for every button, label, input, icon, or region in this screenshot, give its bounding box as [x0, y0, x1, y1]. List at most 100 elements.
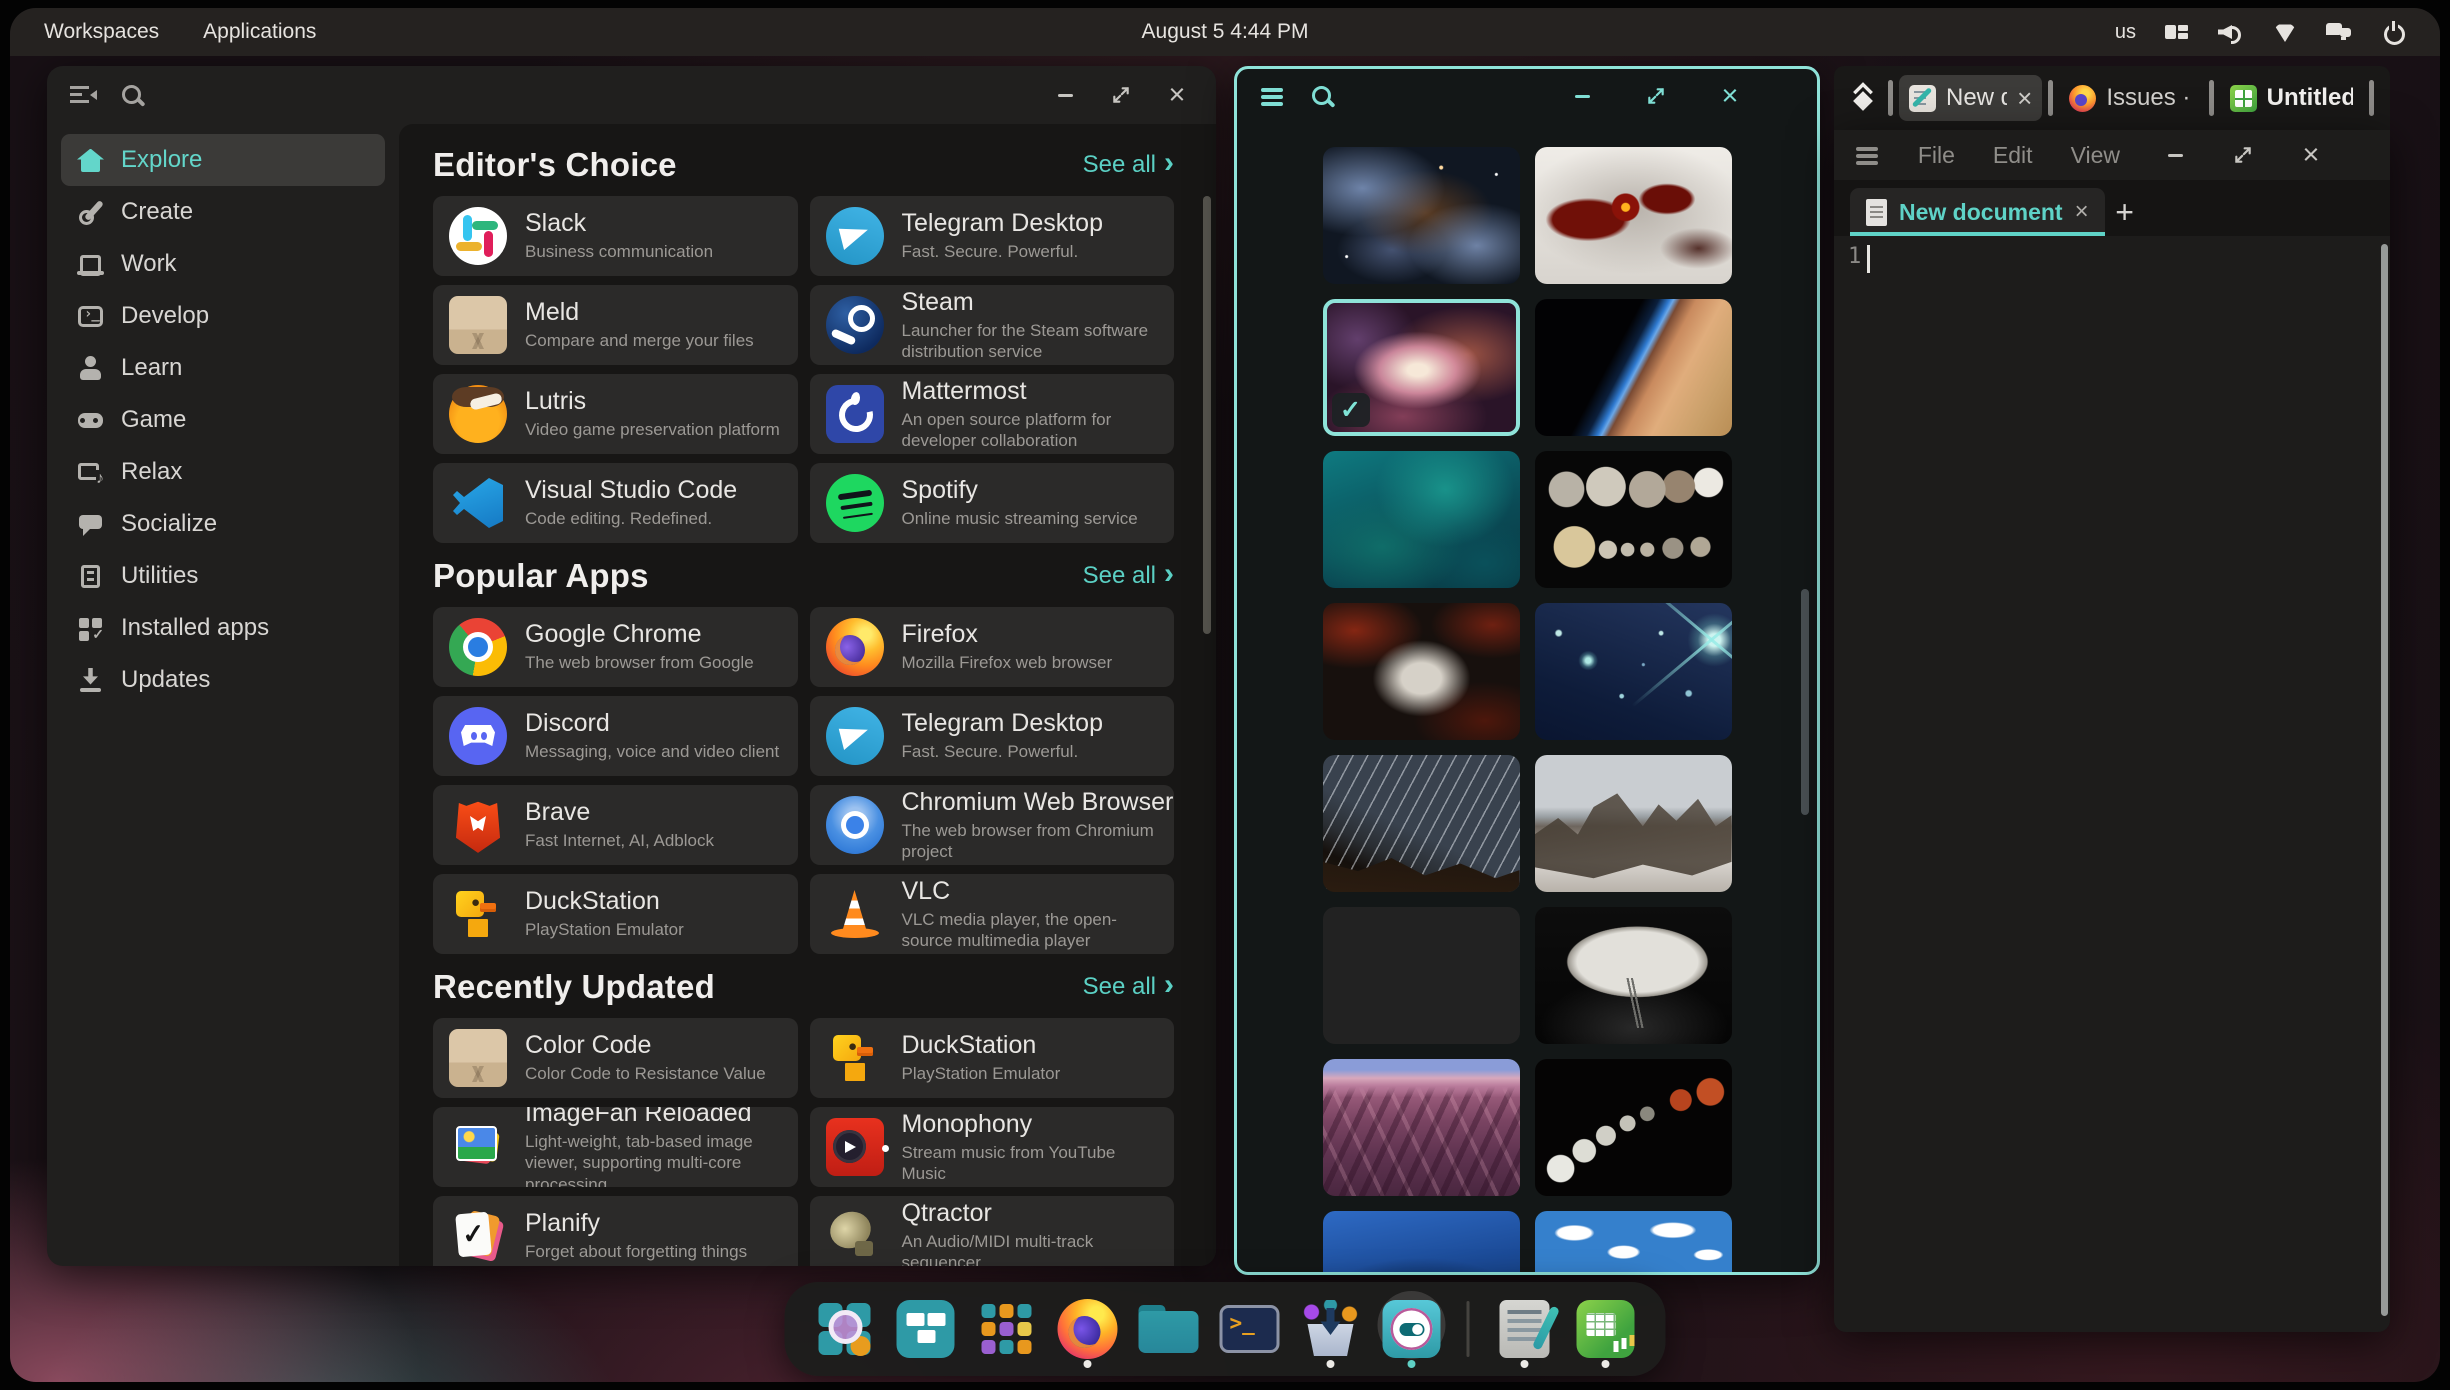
app-card[interactable]: ImageFan Reloaded Light-weight, tab-base…: [433, 1107, 798, 1187]
sidebar-item-work[interactable]: Work: [61, 238, 385, 290]
editor-menu-item[interactable]: View: [2071, 142, 2120, 169]
dock-item-workspace-switcher[interactable]: [892, 1289, 960, 1369]
app-card[interactable]: Monophony Stream music from YouTube Musi…: [810, 1107, 1175, 1187]
dock-item-terminal[interactable]: [1216, 1289, 1284, 1369]
app-card[interactable]: Google Chrome The web browser from Googl…: [433, 607, 798, 687]
app-card[interactable]: Mattermost An open source platform for d…: [810, 374, 1175, 454]
app-card[interactable]: DuckStation PlayStation Emulator: [810, 1018, 1175, 1098]
wallpaper-glass-triangles[interactable]: [1323, 907, 1520, 1044]
sidebar-item-explore[interactable]: Explore: [61, 134, 385, 186]
wallpaper-galactic-dust-map[interactable]: [1535, 147, 1732, 284]
app-card[interactable]: Lutris Video game preservation platform: [433, 374, 798, 454]
wallpaper-teal-aurora[interactable]: [1323, 451, 1520, 588]
sidebar-item-utilities[interactable]: Utilities: [61, 550, 385, 602]
close-button[interactable]: [1713, 79, 1747, 113]
new-tab-button[interactable]: [2105, 188, 2145, 236]
app-card[interactable]: Visual Studio Code Code editing. Redefin…: [433, 463, 798, 543]
sidebar-item-updates[interactable]: Updates: [61, 654, 385, 706]
dock-item-file-manager[interactable]: [1135, 1289, 1203, 1369]
document-tab[interactable]: New document ×: [1850, 188, 2105, 236]
close-button[interactable]: [2294, 138, 2328, 172]
window-tab[interactable]: New docu ×: [1899, 75, 2042, 121]
wallpaper-orion-nebula[interactable]: [1323, 299, 1520, 436]
dock-item-app-grid[interactable]: [973, 1289, 1041, 1369]
menu-icon[interactable]: [1259, 83, 1285, 109]
window-tab[interactable]: Untitled 1 ×: [2220, 75, 2363, 121]
app-card[interactable]: Slack Business communication: [433, 196, 798, 276]
power-icon[interactable]: [2380, 19, 2406, 45]
wallpaper-star-diffraction-spikes[interactable]: [1535, 603, 1732, 740]
search-icon[interactable]: [1309, 83, 1336, 110]
dock-item-settings[interactable]: [1378, 1289, 1446, 1369]
app-card[interactable]: VLC VLC media player, the open-source mu…: [810, 874, 1175, 954]
tiling-icon[interactable]: [2164, 19, 2190, 45]
app-card[interactable]: Discord Messaging, voice and video clien…: [433, 696, 798, 776]
editor-menu-item[interactable]: Edit: [1993, 142, 2033, 169]
wallpaper-lunar-eclipse-phases[interactable]: [1535, 1059, 1732, 1196]
app-card[interactable]: Qtractor An Audio/MIDI multi-track seque…: [810, 1196, 1175, 1266]
wallpaper-grand-canyon[interactable]: [1323, 1059, 1520, 1196]
tab-close-icon[interactable]: ×: [2017, 85, 2032, 111]
wallpaper-star-trails[interactable]: [1323, 755, 1520, 892]
notifications-icon[interactable]: [2326, 19, 2352, 45]
sidebar-item-develop[interactable]: Develop: [61, 290, 385, 342]
dock-item-text-editor[interactable]: [1491, 1289, 1559, 1369]
see-all-button[interactable]: See all: [1083, 973, 1174, 1001]
dock-item-software-installer[interactable]: [1297, 1289, 1365, 1369]
app-card[interactable]: Steam Launcher for the Steam software di…: [810, 285, 1175, 365]
app-card[interactable]: Spotify Online music streaming service: [810, 463, 1175, 543]
dock-item-app-finder[interactable]: [811, 1289, 879, 1369]
keyboard-layout-indicator[interactable]: us: [2115, 21, 2136, 44]
editor-menu-item[interactable]: File: [1918, 142, 1955, 169]
app-card[interactable]: Firefox Mozilla Firefox web browser: [810, 607, 1175, 687]
topbar-menu[interactable]: Applications: [203, 20, 316, 44]
app-card[interactable]: Telegram Desktop Fast. Secure. Powerful.: [810, 196, 1175, 276]
maximize-button[interactable]: [1104, 78, 1138, 112]
window-tab[interactable]: Issues · p ×: [2059, 75, 2202, 121]
sidebar-item-game[interactable]: Game: [61, 394, 385, 446]
search-icon[interactable]: [119, 82, 146, 109]
scrollbar-thumb[interactable]: [2381, 244, 2388, 1316]
wallpaper-blue-gradient[interactable]: [1323, 1211, 1520, 1275]
minimize-button[interactable]: [1048, 78, 1082, 112]
app-card[interactable]: Chromium Web Browser The web browser fro…: [810, 785, 1175, 865]
app-card[interactable]: Meld Compare and merge your files: [433, 285, 798, 365]
app-card[interactable]: Telegram Desktop Fast. Secure. Powerful.: [810, 696, 1175, 776]
sidebar-item-socialize[interactable]: Socialize: [61, 498, 385, 550]
wallpaper-earth-horizon[interactable]: [1535, 299, 1732, 436]
sidebar-item-installed-apps[interactable]: Installed apps: [61, 602, 385, 654]
scrollbar-thumb[interactable]: [1203, 196, 1211, 634]
wifi-icon[interactable]: [2272, 19, 2298, 45]
topbar-menu[interactable]: Workspaces: [44, 20, 159, 44]
wallpaper-tarantula-nebula[interactable]: [1323, 603, 1520, 740]
tab-close-icon[interactable]: ×: [2075, 200, 2089, 224]
volume-icon[interactable]: [2218, 19, 2244, 45]
wallpaper-monument-valley[interactable]: [1535, 1211, 1732, 1275]
see-all-button[interactable]: See all: [1083, 151, 1174, 179]
wallpaper-moon-collage[interactable]: [1535, 451, 1732, 588]
editor-text-area[interactable]: 1: [1834, 236, 2390, 1332]
menu-icon[interactable]: [1854, 142, 1880, 168]
app-card[interactable]: Planify Forget about forgetting things: [433, 1196, 798, 1266]
app-card[interactable]: DuckStation PlayStation Emulator: [433, 874, 798, 954]
sidebar-collapse-icon[interactable]: [69, 82, 97, 109]
minimize-button[interactable]: [2158, 138, 2192, 172]
maximize-button[interactable]: [2226, 138, 2260, 172]
close-button[interactable]: [1160, 78, 1194, 112]
app-card[interactable]: Brave Fast Internet, AI, Adblock: [433, 785, 798, 865]
clock[interactable]: August 5 4:44 PM: [1142, 20, 1309, 44]
sidebar-item-create[interactable]: Create: [61, 186, 385, 238]
wallpaper-radio-telescope[interactable]: [1535, 907, 1732, 1044]
dock-item-spreadsheet[interactable]: [1572, 1289, 1640, 1369]
app-card[interactable]: Color Code Color Code to Resistance Valu…: [433, 1018, 798, 1098]
dock-item-firefox[interactable]: [1054, 1289, 1122, 1369]
sidebar-item-relax[interactable]: Relax: [61, 446, 385, 498]
maximize-button[interactable]: [1639, 79, 1673, 113]
minimize-button[interactable]: [1565, 79, 1599, 113]
wallpaper-snowy-peaks[interactable]: [1535, 755, 1732, 892]
scrollbar-thumb[interactable]: [1801, 589, 1809, 815]
see-all-button[interactable]: See all: [1083, 562, 1174, 590]
stacked-layout-icon[interactable]: [1848, 83, 1878, 113]
wallpaper-magellanic-nebula[interactable]: [1323, 147, 1520, 284]
sidebar-item-learn[interactable]: Learn: [61, 342, 385, 394]
